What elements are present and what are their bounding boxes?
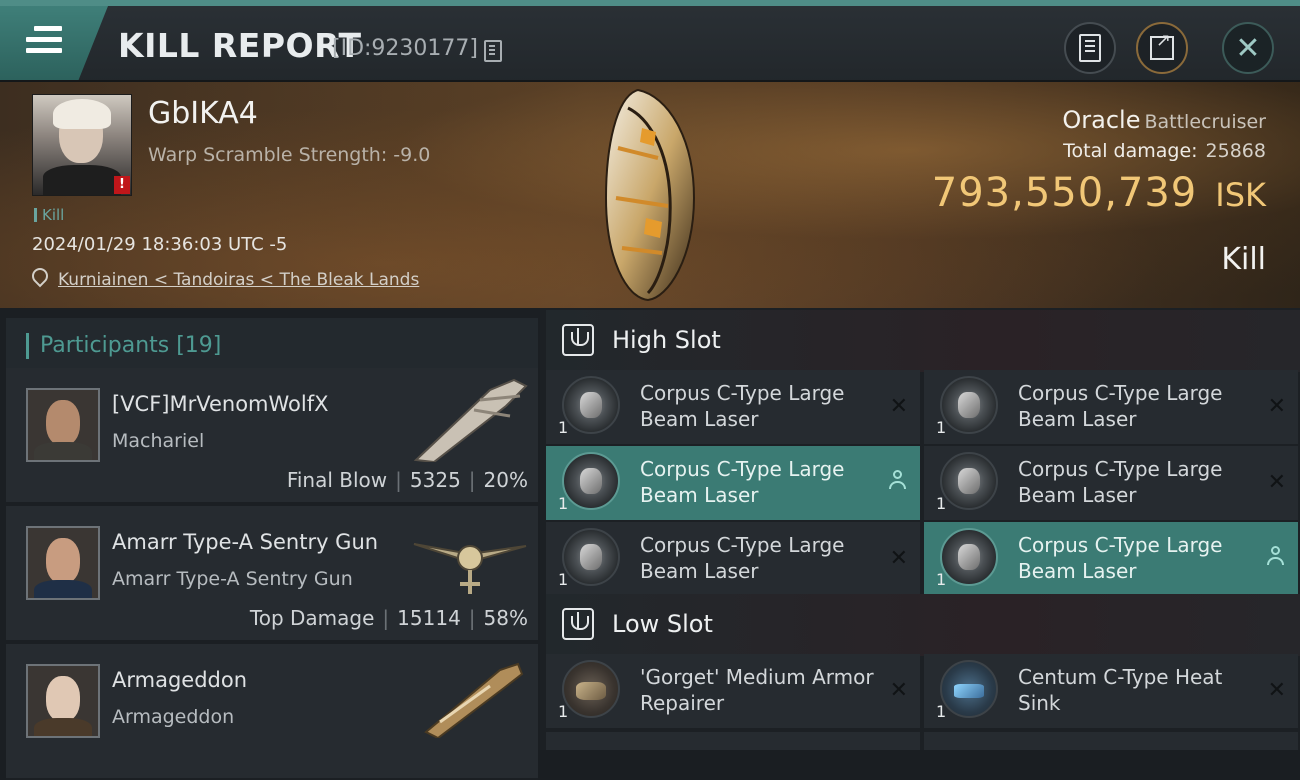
notes-icon bbox=[1079, 34, 1101, 62]
beam-laser-icon bbox=[562, 376, 620, 434]
share-button[interactable] bbox=[1136, 22, 1188, 74]
victim-name[interactable]: GbIKA4 bbox=[148, 96, 258, 131]
menu-icon bbox=[26, 26, 62, 56]
participant-portrait[interactable] bbox=[26, 388, 100, 462]
participant-ship-image bbox=[413, 543, 527, 594]
module-name: Corpus C-Type Large Beam Laser bbox=[1018, 457, 1223, 507]
module-item[interactable]: 1 Corpus C-Type Large Beam Laser ✕ bbox=[924, 446, 1298, 520]
isk-value: 793,550,739 ISK bbox=[931, 170, 1266, 216]
module-quantity: 1 bbox=[558, 570, 569, 589]
module-quantity: 1 bbox=[936, 570, 947, 589]
beam-laser-icon bbox=[940, 528, 998, 586]
victim-ship-type[interactable]: Oracle Battlecruiser bbox=[1062, 106, 1266, 134]
page-title: KILL REPORT bbox=[118, 26, 362, 65]
destroyed-icon: ✕ bbox=[889, 394, 908, 419]
module-name: Corpus C-Type Large Beam Laser bbox=[1018, 381, 1223, 431]
menu-button[interactable] bbox=[0, 6, 108, 82]
share-icon bbox=[1150, 30, 1174, 60]
module-quantity: 1 bbox=[936, 702, 947, 721]
victim-panel: ! GbIKA4 Warp Scramble Strength: -9.0 Ki… bbox=[0, 82, 1300, 308]
participant-name[interactable]: [VCF]MrVenomWolfX bbox=[112, 392, 329, 416]
module-name: Centum C-Type Heat Sink bbox=[1018, 665, 1223, 715]
participant-row[interactable]: Amarr Type-A Sentry Gun Amarr Type-A Sen… bbox=[6, 506, 538, 642]
high-slot-icon bbox=[562, 324, 594, 356]
participant-portrait[interactable] bbox=[26, 526, 100, 600]
module-item[interactable]: 1 Corpus C-Type Large Beam Laser bbox=[546, 446, 920, 520]
beam-laser-icon bbox=[940, 452, 998, 510]
participant-row[interactable]: [VCF]MrVenomWolfX Machariel Final Blow | 5… bbox=[6, 368, 538, 504]
participant-ship: Armageddon bbox=[112, 706, 235, 728]
destroyed-icon: ✕ bbox=[1267, 394, 1286, 419]
result-label: Kill bbox=[1221, 242, 1266, 277]
close-button[interactable]: ✕ bbox=[1222, 22, 1274, 74]
total-damage: Total damage: 25868 bbox=[1063, 140, 1266, 162]
participant-row[interactable]: Armageddon Armageddon bbox=[6, 644, 538, 780]
destroyed-icon: ✕ bbox=[889, 678, 908, 703]
module-item[interactable]: 1 Corpus C-Type Large Beam Laser ✕ bbox=[546, 370, 920, 444]
close-icon: ✕ bbox=[1235, 30, 1261, 66]
participant-name[interactable]: Armageddon bbox=[112, 668, 247, 692]
module-quantity: 1 bbox=[936, 418, 947, 437]
module-quantity: 1 bbox=[936, 494, 947, 513]
warning-badge: ! bbox=[114, 176, 130, 194]
module-name: Corpus C-Type Large Beam Laser bbox=[640, 457, 845, 507]
beam-laser-icon bbox=[940, 376, 998, 434]
location-pin-icon bbox=[28, 264, 52, 288]
notes-button[interactable] bbox=[1064, 22, 1116, 74]
location-link[interactable]: Kurniainen < Tandoiras < The Bleak Lands bbox=[28, 264, 419, 290]
top-bar: KILL REPORT [ID:9230177] ✕ bbox=[0, 0, 1300, 82]
armor-repairer-icon bbox=[562, 660, 620, 718]
module-item[interactable]: 1 Corpus C-Type Large Beam Laser ✕ bbox=[546, 522, 920, 596]
participant-stats: Top Damage | 15114 | 58% bbox=[249, 606, 528, 630]
victim-ship-render[interactable] bbox=[598, 88, 702, 302]
module-item[interactable]: 1 Centum C-Type Heat Sink ✕ bbox=[924, 654, 1298, 728]
high-slot-title: High Slot bbox=[612, 326, 721, 354]
kill-tag: Kill bbox=[34, 206, 64, 224]
module-item[interactable]: 1 Corpus C-Type Large Beam Laser ✕ bbox=[924, 370, 1298, 444]
destroyed-icon: ✕ bbox=[1267, 470, 1286, 495]
kill-timestamp: 2024/01/29 18:36:03 UTC -5 bbox=[32, 234, 288, 255]
beam-laser-icon bbox=[562, 528, 620, 586]
fitting-panel: High Slot 1 Corpus C-Type Large Beam Las… bbox=[540, 308, 1300, 750]
module-quantity: 1 bbox=[558, 702, 569, 721]
dropped-user-icon bbox=[888, 470, 906, 490]
low-slot-title: Low Slot bbox=[612, 610, 713, 638]
participant-name[interactable]: Amarr Type-A Sentry Gun bbox=[112, 530, 378, 554]
destroyed-icon: ✕ bbox=[1267, 678, 1286, 703]
participant-ship: Amarr Type-A Sentry Gun bbox=[112, 568, 353, 590]
participant-portrait[interactable] bbox=[26, 664, 100, 738]
low-slot-header: Low Slot bbox=[546, 594, 1300, 656]
participant-ship-image bbox=[424, 662, 524, 738]
module-item[interactable] bbox=[546, 732, 920, 750]
participant-ship-image bbox=[413, 378, 528, 462]
high-slot-header: High Slot bbox=[546, 310, 1300, 372]
module-item[interactable] bbox=[924, 732, 1298, 750]
participants-header[interactable]: Participants [19] bbox=[6, 318, 538, 374]
module-name: Corpus C-Type Large Beam Laser bbox=[1018, 533, 1223, 583]
copy-icon[interactable] bbox=[484, 40, 502, 62]
module-name: Corpus C-Type Large Beam Laser bbox=[640, 533, 845, 583]
participants-panel: Participants [19] [VCF]MrVenomWolfX Mach… bbox=[0, 308, 540, 780]
dropped-user-icon bbox=[1266, 546, 1284, 566]
module-name: Corpus C-Type Large Beam Laser bbox=[640, 381, 845, 431]
destroyed-icon: ✕ bbox=[889, 546, 908, 571]
module-item[interactable]: 1 Corpus C-Type Large Beam Laser bbox=[924, 522, 1298, 596]
module-quantity: 1 bbox=[558, 418, 569, 437]
heat-sink-icon bbox=[940, 660, 998, 718]
low-slot-icon bbox=[562, 608, 594, 640]
module-item[interactable]: 1 'Gorget' Medium Armor Repairer ✕ bbox=[546, 654, 920, 728]
module-name: 'Gorget' Medium Armor Repairer bbox=[640, 665, 874, 715]
beam-laser-icon bbox=[562, 452, 620, 510]
module-quantity: 1 bbox=[558, 494, 569, 513]
participant-stats: Final Blow | 5325 | 20% bbox=[286, 468, 528, 492]
report-id: [ID:9230177] bbox=[332, 36, 478, 61]
participant-ship: Machariel bbox=[112, 430, 205, 452]
warp-scramble-strength: Warp Scramble Strength: -9.0 bbox=[148, 144, 431, 166]
